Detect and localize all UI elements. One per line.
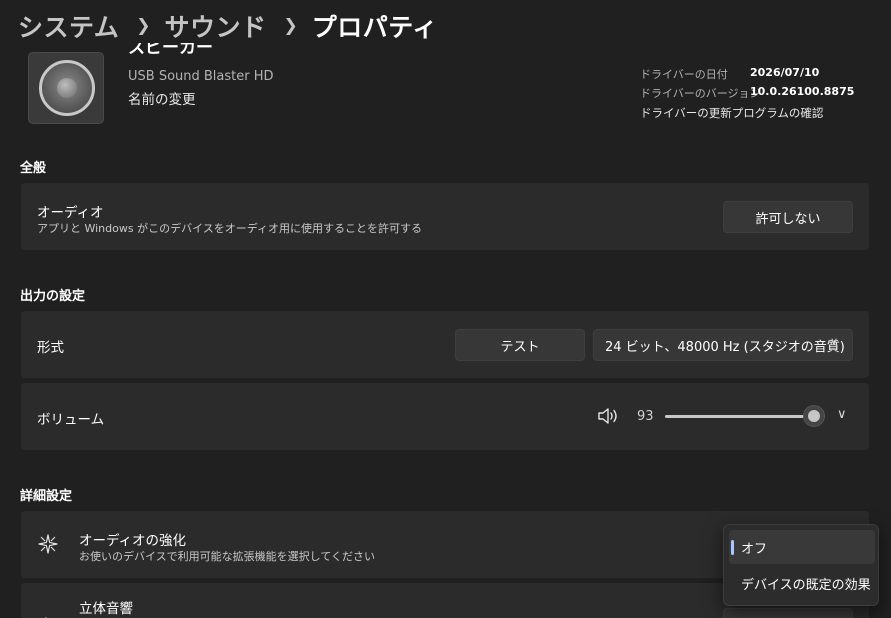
chevron-right-icon: ❯ — [136, 16, 151, 36]
sparkle-icon — [38, 534, 58, 554]
section-advanced-title: 詳細設定 — [20, 489, 73, 504]
disallow-button[interactable]: 許可しない — [723, 201, 853, 233]
enhance-title: オーディオの強化 — [79, 533, 187, 549]
volume-label: ボリューム — [37, 412, 105, 428]
rename-link[interactable]: 名前の変更 — [128, 88, 196, 108]
format-select-value: 24 ビット、48000 Hz (スタジオの音質) — [605, 339, 845, 355]
breadcrumb: システム ❯ サウンド ❯ プロパティ — [18, 6, 438, 46]
volume-slider-fill — [665, 415, 814, 418]
section-general-title: 全般 — [20, 161, 47, 176]
volume-slider-track[interactable] — [665, 415, 825, 418]
audio-desc: アプリと Windows がこのデバイスをオーディオ用に使用することを許可する — [37, 222, 422, 235]
spatial-audio-icon — [45, 617, 47, 618]
enhance-desc: お使いのデバイスで利用可能な拡張機能を選択してください — [79, 550, 376, 563]
menu-item-off[interactable]: オフ — [729, 530, 875, 564]
breadcrumb-system[interactable]: システム — [18, 8, 119, 44]
format-label: 形式 — [37, 340, 64, 356]
volume-value: 93 — [637, 409, 654, 424]
spatial-select[interactable] — [723, 608, 853, 618]
menu-item-device-default[interactable]: デバイスの既定の効果 — [729, 566, 875, 600]
speaker-volume-icon[interactable] — [597, 406, 621, 426]
speaker-device-icon — [28, 52, 104, 124]
selection-indicator — [731, 540, 734, 555]
audio-allow-card: オーディオ アプリと Windows がこのデバイスをオーディオ用に使用すること… — [21, 183, 869, 250]
driver-update-link[interactable]: ドライバーの更新プログラムの確認 — [640, 105, 823, 121]
chevron-right-icon: ❯ — [283, 16, 298, 36]
driver-version-label: ドライバーのバージョン — [640, 87, 761, 100]
audio-title: オーディオ — [37, 205, 104, 221]
driver-date-value: 2026/07/10 — [750, 66, 820, 79]
menu-item-label: オフ — [741, 541, 768, 557]
breadcrumb-sound[interactable]: サウンド — [165, 8, 267, 44]
driver-version-value: 10.0.26100.8875 — [750, 85, 855, 98]
enhance-dropdown-menu: オフ デバイスの既定の効果 — [723, 524, 879, 606]
volume-slider-thumb[interactable] — [802, 405, 825, 427]
driver-date-label: ドライバーの日付 — [640, 68, 728, 81]
page-title: プロパティ — [311, 13, 438, 42]
chevron-down-icon: ∨ — [829, 335, 838, 348]
test-button[interactable]: テスト — [455, 329, 585, 361]
device-name: スピーカー — [128, 43, 213, 58]
format-select[interactable]: 24 ビット、48000 Hz (スタジオの音質) ∨ — [593, 329, 853, 361]
device-subtitle: USB Sound Blaster HD — [128, 69, 274, 84]
spatial-title: 立体音響 — [79, 601, 133, 617]
chevron-down-icon[interactable]: ∨ — [837, 407, 847, 422]
format-card: 形式 テスト 24 ビット、48000 Hz (スタジオの音質) ∨ — [21, 311, 869, 378]
section-output-title: 出力の設定 — [20, 289, 86, 304]
menu-item-label: デバイスの既定の効果 — [741, 577, 871, 593]
